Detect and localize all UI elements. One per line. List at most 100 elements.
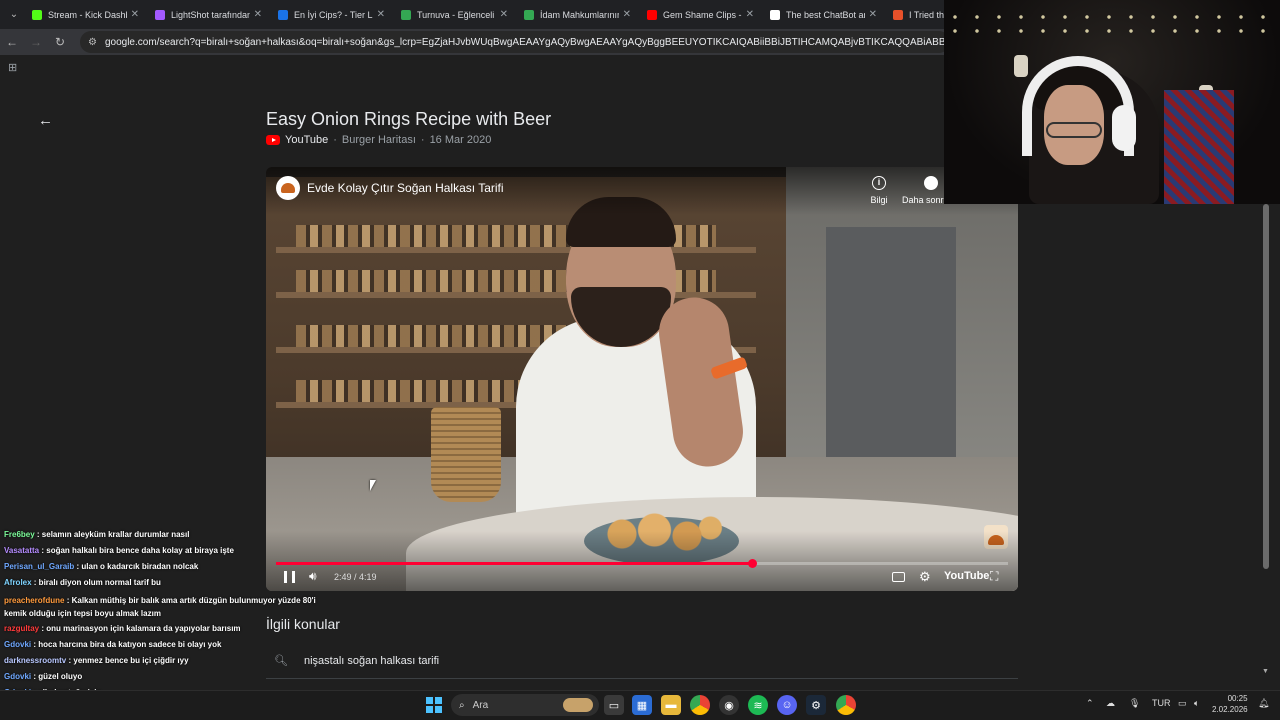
browser-tab[interactable]: The best ChatBot and ✕ xyxy=(762,3,885,27)
player-video-title[interactable]: Evde Kolay Çıtır Soğan Halkası Tarifi xyxy=(307,181,504,195)
close-tab-icon[interactable]: ✕ xyxy=(500,9,508,20)
video-source[interactable]: YouTube xyxy=(285,134,328,146)
reload-icon[interactable]: ↻ xyxy=(48,35,72,49)
chat-username[interactable]: Afrolex xyxy=(4,578,32,587)
chat-username[interactable]: Fre6bey xyxy=(4,530,35,539)
video-player[interactable]: Evde Kolay Çıtır Soğan Halkası Tarifi i … xyxy=(266,167,1018,591)
tab-favicon-icon xyxy=(32,9,42,20)
forward-icon[interactable]: → xyxy=(24,35,48,49)
chat-username[interactable]: Perisan_ul_Garaib xyxy=(4,562,74,571)
apps-grid-icon[interactable]: ⊞ xyxy=(8,61,17,74)
chat-username[interactable]: preacherofdune xyxy=(4,596,64,605)
chrome-icon[interactable] xyxy=(690,695,710,715)
youtube-wordmark[interactable]: YouTube xyxy=(944,570,989,582)
chat-username[interactable]: Gdovki xyxy=(4,672,31,681)
progress-bar[interactable] xyxy=(276,559,1008,568)
site-info-icon[interactable]: ⚙ xyxy=(88,37,97,48)
chat-message: Gdovki : hoca harcına bira da katıyon sa… xyxy=(4,640,221,649)
settings-gear-icon[interactable]: ⚙ xyxy=(919,569,931,585)
clock-date: 2.02.2026 xyxy=(1212,705,1248,714)
omnibox[interactable]: ⚙ google.com/search?q=biralı+soğan+halka… xyxy=(80,31,950,53)
close-tab-icon[interactable]: ✕ xyxy=(254,9,262,20)
spotify-icon[interactable]: ≋ xyxy=(748,695,768,715)
chat-text: : güzel oluyo xyxy=(33,672,83,681)
language-indicator[interactable]: TUR xyxy=(1152,698,1171,708)
chat-username[interactable]: razgultay xyxy=(4,624,39,633)
chat-username[interactable]: Vasatatta xyxy=(4,546,39,555)
taskbar-search[interactable]: ⌕ Ara xyxy=(451,694,599,716)
tab-favicon-icon xyxy=(401,9,411,20)
tab-title: En İyi Cips? - Tier List xyxy=(294,9,373,20)
timecode: 2:49 / 4:19 xyxy=(334,572,377,582)
chat-message: Afrolex : biralı diyon olum normal tarif… xyxy=(4,578,161,587)
progress-scrubber[interactable] xyxy=(747,559,757,568)
close-tab-icon[interactable]: ✕ xyxy=(131,9,139,20)
controls-gradient xyxy=(266,531,1018,591)
tab-favicon-icon xyxy=(893,9,903,20)
chat-text: : hoca harcına bira da katıyon sadece bi… xyxy=(33,640,222,649)
url-text[interactable]: google.com/search?q=biralı+soğan+halkası… xyxy=(105,37,950,48)
video-frame xyxy=(266,167,1018,591)
related-search-item[interactable]: 🔍︎ nişastalı soğan halkası tarifi xyxy=(274,654,439,668)
related-search-text[interactable]: nişastalı soğan halkası tarifi xyxy=(304,655,439,667)
video-title[interactable]: Easy Onion Rings Recipe with Beer xyxy=(266,109,551,130)
info-button[interactable]: i Bilgi xyxy=(866,176,892,205)
chrome-active-icon[interactable] xyxy=(836,695,856,715)
close-tab-icon[interactable]: ✕ xyxy=(869,9,877,20)
chat-username[interactable]: darknessroomtv xyxy=(4,656,66,665)
browser-tab[interactable]: LightShot tarafından ✕ xyxy=(147,3,270,27)
mouse-cursor-icon xyxy=(370,480,376,491)
scroll-down-arrow-icon[interactable]: ▼ xyxy=(1262,668,1269,675)
network-icon[interactable]: ▭ xyxy=(1178,698,1187,709)
browser-tab[interactable]: Stream - Kick Dashbo ✕ xyxy=(24,3,147,27)
taskbar-clock[interactable]: 00:25 2.02.2026 xyxy=(1212,693,1248,715)
fullscreen-icon[interactable]: ⛶ xyxy=(990,569,998,584)
chat-username[interactable]: Gdovki xyxy=(4,640,31,649)
steam-icon[interactable]: ⚙ xyxy=(806,695,826,715)
browser-tab[interactable]: İdam Mahkumlarının ✕ xyxy=(516,3,639,27)
channel-avatar[interactable] xyxy=(276,176,300,200)
microphone-icon[interactable]: 🎙︎ xyxy=(1129,698,1140,709)
tray-overflow-chevron-icon[interactable]: ⌃ xyxy=(1086,698,1094,709)
page-scrollbar[interactable] xyxy=(1263,204,1269,569)
chat-text: : soğan halkalı bira bence daha kolay at… xyxy=(41,546,234,555)
info-icon: i xyxy=(872,176,886,190)
browser-tab[interactable]: Turnuva - Eğlenceli sı ✕ xyxy=(393,3,516,27)
store-icon[interactable]: ▦ xyxy=(632,695,652,715)
pause-button[interactable] xyxy=(284,571,295,583)
webcam-overlay xyxy=(944,0,1280,204)
tab-favicon-icon xyxy=(155,9,165,20)
speaker-icon[interactable]: 🔈︎ xyxy=(1194,698,1199,709)
notification-bell-icon[interactable]: 🔔︎ xyxy=(1258,698,1269,709)
search-icon: 🔍︎ xyxy=(274,655,288,667)
subtitles-icon[interactable] xyxy=(892,572,905,582)
chat-text: : yenmez bence bu içi çiğdir ıyy xyxy=(68,656,189,665)
back-icon[interactable]: ← xyxy=(0,35,24,49)
tab-title: Turnuva - Eğlenceli sı xyxy=(417,9,496,20)
windows-start-icon[interactable] xyxy=(426,697,442,713)
task-view-icon[interactable]: ▭ xyxy=(604,695,624,715)
chat-text: : selamın aleyküm krallar durumlar nasıl xyxy=(36,530,190,539)
chat-text: : onu marinasyon için kalamara da yapıyo… xyxy=(41,624,241,633)
obs-icon[interactable]: ◉ xyxy=(719,695,739,715)
close-preview-arrow-icon[interactable]: ← xyxy=(38,112,53,129)
progress-played xyxy=(276,562,752,565)
chat-message: preacherofdune : Kalkan müthiş bir balık… xyxy=(4,594,334,620)
meta-separator: · xyxy=(420,134,425,146)
video-channel[interactable]: Burger Haritası xyxy=(342,134,416,146)
volume-icon[interactable]: 🔊︎ xyxy=(309,569,317,584)
tab-favicon-icon xyxy=(278,9,288,20)
file-explorer-icon[interactable]: ▬ xyxy=(661,695,681,715)
close-tab-icon[interactable]: ✕ xyxy=(746,9,754,20)
browser-tab[interactable]: En İyi Cips? - Tier List ✕ xyxy=(270,3,393,27)
chat-message: razgultay : onu marinasyon için kalamara… xyxy=(4,624,241,633)
tab-search-chevron-icon[interactable]: ⌄ xyxy=(4,5,24,25)
discord-icon[interactable]: ☺ xyxy=(777,695,797,715)
close-tab-icon[interactable]: ✕ xyxy=(377,9,385,20)
chat-message: Perisan_ul_Garaib : ulan o kadarcık bira… xyxy=(4,562,198,571)
info-label: Bilgi xyxy=(870,195,888,205)
tab-title: The best ChatBot and xyxy=(786,9,865,20)
close-tab-icon[interactable]: ✕ xyxy=(623,9,631,20)
browser-tab[interactable]: Gem Shame Clips - Yo ✕ xyxy=(639,3,762,27)
onedrive-icon[interactable]: ☁ xyxy=(1106,698,1115,709)
